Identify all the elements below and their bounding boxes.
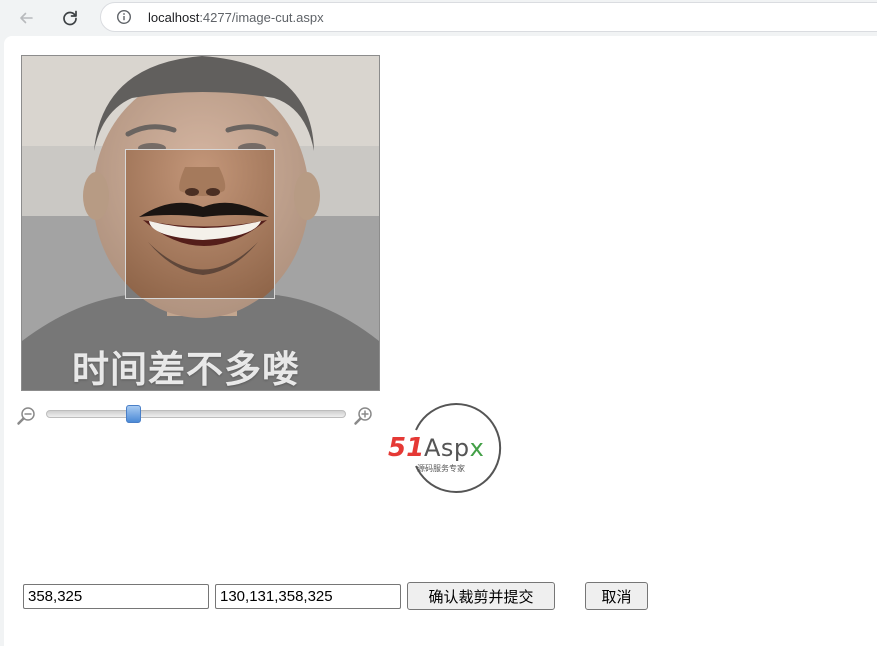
51aspx-logo: 51 Aspx 源码服务专家: [388, 403, 502, 493]
zoom-out-icon[interactable]: [16, 405, 38, 427]
zoom-in-icon[interactable]: [353, 405, 375, 427]
back-button[interactable]: [12, 4, 40, 32]
image-crop-area[interactable]: 时间差不多喽: [21, 55, 380, 391]
photo-caption: 时间差不多喽: [72, 348, 300, 391]
page-viewport: 时间差不多喽 51 Aspx 源码服务专家 确认裁剪并提交 取消: [4, 36, 877, 646]
zoom-slider-track[interactable]: [46, 410, 346, 418]
browser-toolbar: localhost:4277/image-cut.aspx: [0, 0, 877, 36]
info-circle-icon[interactable]: [116, 9, 132, 25]
logo-aspx: Aspx: [424, 434, 484, 462]
confirm-crop-submit-button[interactable]: 确认裁剪并提交: [407, 582, 555, 610]
url-host: localhost: [148, 10, 200, 25]
reload-button[interactable]: [56, 4, 84, 32]
reload-icon: [63, 10, 77, 26]
crop-preview-photo: [126, 150, 274, 298]
logo-tagline: 源码服务专家: [417, 463, 465, 473]
url-path: :4277/image-cut.aspx: [199, 10, 324, 25]
url-text: localhost:4277/image-cut.aspx: [148, 10, 324, 25]
cancel-button[interactable]: 取消: [585, 582, 648, 610]
zoom-slider-thumb[interactable]: [125, 405, 141, 423]
image-size-field[interactable]: [23, 584, 209, 609]
crop-selection[interactable]: [125, 149, 275, 299]
logo-51: 51: [388, 433, 424, 463]
crop-rect-field[interactable]: [215, 584, 401, 609]
arrow-left-icon: [20, 12, 33, 24]
address-bar[interactable]: localhost:4277/image-cut.aspx: [100, 2, 877, 32]
